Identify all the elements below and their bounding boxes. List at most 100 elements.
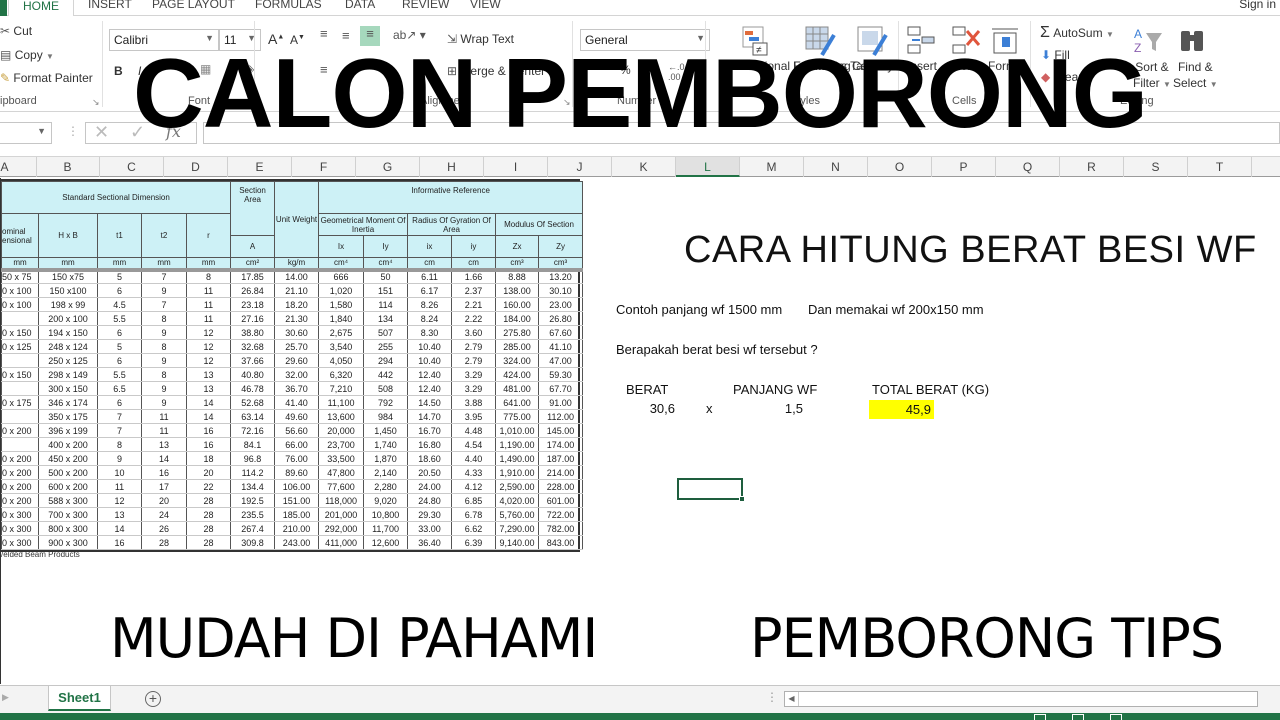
tab-data[interactable]: DATA <box>345 0 375 11</box>
cell-iy: 114 <box>363 297 409 312</box>
formula-bar-grip-icon[interactable]: ⋮ <box>67 124 79 138</box>
tab-home[interactable]: HOME <box>8 0 74 16</box>
cell-zx: 324.00 <box>495 353 540 368</box>
column-header-r[interactable]: R <box>1060 157 1124 177</box>
column-header-s[interactable]: S <box>1124 157 1188 177</box>
cell-iy: 6.62 <box>451 521 497 536</box>
header-Zx: Zx <box>495 235 540 258</box>
cell-t2: 7 <box>141 267 187 284</box>
cell-ix: 47,800 <box>318 465 365 480</box>
cell-zy: 41.10 <box>538 339 584 354</box>
header-iy: iy <box>451 235 497 258</box>
cell-a: 52.68 <box>230 395 276 410</box>
file-tab-strip[interactable] <box>0 0 7 16</box>
add-sheet-icon[interactable]: + <box>145 691 161 707</box>
overlay-caption-right: PEMBORONG TIPS <box>750 607 1224 670</box>
column-header-a[interactable]: A <box>0 157 37 177</box>
cell-t2: 16 <box>141 465 187 480</box>
cell-panjang-value[interactable]: 1,5 <box>761 401 803 416</box>
unit-cell: cm <box>451 257 497 270</box>
cell-ix: 10.40 <box>407 353 453 368</box>
column-header-h[interactable]: H <box>420 157 484 177</box>
tab-page-layout[interactable]: PAGE LAYOUT <box>152 0 235 11</box>
cell-t1: 16 <box>97 535 142 550</box>
column-header-i[interactable]: I <box>484 157 548 177</box>
cell-a: 192.5 <box>230 493 276 508</box>
copy-icon: ▤ <box>0 48 12 62</box>
column-header-g[interactable]: G <box>356 157 420 177</box>
cancel-icon[interactable]: ✕ <box>94 122 109 143</box>
cell-iy: 1,870 <box>363 451 409 466</box>
sign-in-link[interactable]: Sign in <box>1239 0 1276 11</box>
cell-iy: 1,740 <box>363 437 409 452</box>
find-select-button[interactable]: Find & Select ▼ <box>1173 59 1218 93</box>
cell-t2: 9 <box>141 353 187 368</box>
column-header-p[interactable]: P <box>932 157 996 177</box>
divider <box>102 21 103 107</box>
cell-berat-value[interactable]: 30,6 <box>641 401 675 416</box>
column-header-e[interactable]: E <box>228 157 292 177</box>
column-header-t[interactable]: T <box>1188 157 1252 177</box>
scroll-tabs-left-icon[interactable]: ▶ <box>2 692 9 703</box>
cell-total-value[interactable]: 45,9 <box>869 400 934 419</box>
clipboard-launcher-icon[interactable]: ↘ <box>92 97 100 108</box>
scroll-left-arrow-icon[interactable]: ◀ <box>785 692 799 706</box>
binoculars-icon[interactable] <box>1177 25 1209 57</box>
cell-t2: 7 <box>141 297 187 312</box>
cell-iy: 4.33 <box>451 465 497 480</box>
name-box[interactable]: ▼ <box>0 122 52 144</box>
active-cell-selection[interactable] <box>677 478 745 502</box>
copy-button[interactable]: ▤ Copy ▼ <box>0 48 54 62</box>
cell-ix: 23,700 <box>318 437 365 452</box>
cell-zx: 1,190.00 <box>495 437 540 452</box>
column-header-d[interactable]: D <box>164 157 228 177</box>
tab-view[interactable]: VIEW <box>470 0 501 11</box>
table-row: 200 x 100 5.5 8 11 27.16 21.30 1,840 134 8.24 2.2… <box>1 311 584 326</box>
cell-w: 29.60 <box>274 353 320 368</box>
table-row: 0 x 150 194 x 150 6 9 12 38.80 30.60 2,675 507 8.… <box>1 325 584 340</box>
column-header-l[interactable]: L <box>676 157 740 177</box>
cell-zy: 67.70 <box>538 381 584 396</box>
cell-iy: 12,600 <box>363 535 409 550</box>
column-header-q[interactable]: Q <box>996 157 1060 177</box>
cell-nominal: 0 x 200 <box>1 493 39 508</box>
column-header-o[interactable]: O <box>868 157 932 177</box>
bold-button[interactable]: B <box>114 64 123 78</box>
table-row: 0 x 200 450 x 200 9 14 18 96.8 76.00 33,500 1,87… <box>1 451 584 466</box>
cell-hxb: 396 x 199 <box>38 423 98 438</box>
cell-nominal: 0 x 175 <box>1 395 39 410</box>
cell-nominal: 0 x 300 <box>1 507 39 522</box>
cell-ix: 6,320 <box>318 367 365 382</box>
cell-r: 12 <box>185 325 232 340</box>
cell-a: 267.4 <box>230 521 276 536</box>
column-header-c[interactable]: C <box>100 157 164 177</box>
column-header-f[interactable]: F <box>292 157 356 177</box>
cell-iy: 3.88 <box>451 395 497 410</box>
column-header-b[interactable]: B <box>36 157 100 177</box>
format-painter-button[interactable]: ✎ Format Painter <box>0 71 93 85</box>
cell-iy: 4.48 <box>451 423 497 438</box>
tab-review[interactable]: REVIEW <box>402 0 449 11</box>
unit-cell: mm <box>1 257 39 270</box>
fill-handle[interactable] <box>739 496 745 502</box>
cell-ix: 201,000 <box>318 507 365 522</box>
column-header-m[interactable]: M <box>740 157 804 177</box>
cell-t2: 17 <box>141 479 187 494</box>
column-headers: ABCDEFGHIJKLMNOPQRST <box>0 157 1280 177</box>
sheet-tab-sheet1[interactable]: Sheet1 <box>48 686 111 711</box>
unit-cell: kg/m <box>274 257 320 270</box>
column-header-n[interactable]: N <box>804 157 868 177</box>
page-break-view-icon[interactable] <box>1110 714 1122 720</box>
cell-t2: 28 <box>141 535 187 550</box>
page-layout-view-icon[interactable] <box>1072 714 1084 720</box>
tab-formulas[interactable]: FORMULAS <box>255 0 322 11</box>
normal-view-icon[interactable] <box>1034 714 1046 720</box>
tab-insert[interactable]: INSERT <box>88 0 132 11</box>
horizontal-scrollbar[interactable]: ◀ <box>784 691 1258 707</box>
scrollbar-split-handle[interactable]: ⋮ <box>766 690 778 704</box>
cut-button[interactable]: ✂ Cut <box>0 24 32 38</box>
column-header-j[interactable]: J <box>548 157 612 177</box>
cell-t1: 6 <box>97 325 142 340</box>
column-header-k[interactable]: K <box>612 157 676 177</box>
cell-a: 46.78 <box>230 381 276 396</box>
